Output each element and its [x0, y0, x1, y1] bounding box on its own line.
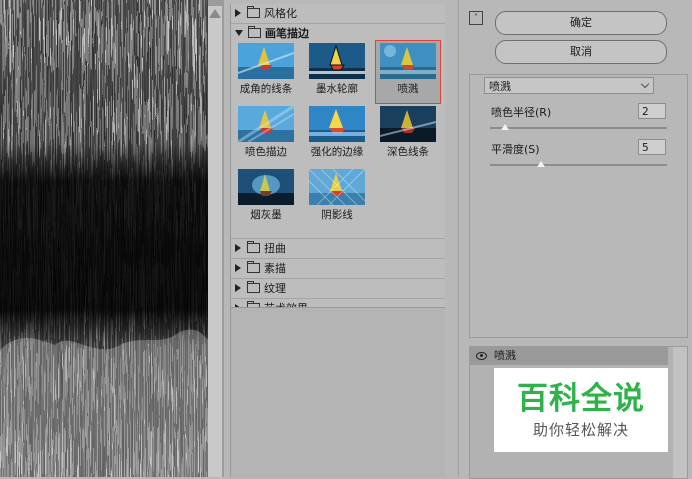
folder-label: 纹理: [264, 282, 286, 295]
gallery-empty-area: [231, 307, 445, 478]
thumb-caption: 深色线条: [387, 146, 429, 158]
preview-image: [0, 0, 208, 477]
preview-scrollbar[interactable]: [208, 6, 222, 477]
effect-layer-name: 喷溅: [494, 349, 516, 362]
expand-arrow-icon[interactable]: [235, 244, 241, 252]
layers-scrollbar[interactable]: [673, 347, 687, 478]
smoothness-slider-thumb[interactable]: [537, 161, 545, 167]
folder-sketch[interactable]: 素描: [231, 259, 445, 279]
folder-icon: [247, 6, 260, 18]
thumb-image: [238, 106, 294, 142]
chevron-down-icon: [640, 79, 650, 89]
thumb-caption: 强化的边缘: [310, 146, 364, 158]
thumb-image: [309, 169, 365, 205]
thumb-caption: 成角的线条: [239, 83, 293, 95]
thumb-caption: 阴影线: [321, 209, 353, 221]
spray-radius-slider-thumb[interactable]: [501, 124, 509, 130]
spray-radius-input[interactable]: 2: [638, 103, 666, 119]
cancel-button[interactable]: 取消: [495, 40, 667, 64]
spray-radius-label: 喷色半径(R): [491, 106, 552, 119]
filter-gallery: 风格化 画笔描边 成角的线条 墨水轮廓 喷溅 喷色描边 强化的边缘 深色线条 烟…: [230, 4, 445, 478]
folder-icon: [247, 241, 260, 253]
thumb-caption: 喷溅: [397, 83, 419, 95]
filter-thumb-dark-strokes[interactable]: 深色线条: [376, 106, 440, 159]
filter-thumbnails: 成角的线条 墨水轮廓 喷溅 喷色描边 强化的边缘 深色线条 烟灰墨 阴影线: [231, 40, 445, 239]
folder-label: 画笔描边: [265, 27, 309, 40]
thumb-image: [309, 43, 365, 79]
collapse-arrow-icon[interactable]: [235, 30, 243, 36]
smoothness-input[interactable]: 5: [638, 139, 666, 155]
thumb-image: [238, 169, 294, 205]
filter-thumb-accented-edges[interactable]: 强化的边缘: [305, 106, 369, 159]
expand-arrow-icon[interactable]: [235, 9, 241, 17]
folder-label: 风格化: [264, 7, 297, 20]
ok-button[interactable]: 确定: [495, 11, 667, 35]
folder-icon: [248, 26, 261, 38]
folder-label: 扭曲: [264, 242, 286, 255]
collapse-up-icon[interactable]: ˄: [469, 11, 483, 25]
smoothness-label: 平滑度(S): [491, 143, 540, 156]
folder-icon: [247, 281, 260, 293]
thumb-image: [380, 43, 436, 79]
thumb-image: [238, 43, 294, 79]
filter-thumb-sumi-e[interactable]: 烟灰墨: [234, 169, 298, 222]
folder-texture[interactable]: 纹理: [231, 279, 445, 299]
thumb-image: [380, 106, 436, 142]
spray-radius-slider[interactable]: [490, 127, 667, 129]
expand-arrow-icon[interactable]: [235, 264, 241, 272]
smoothness-slider[interactable]: [490, 164, 667, 166]
filter-thumb-angled-strokes[interactable]: 成角的线条: [234, 43, 298, 96]
filter-select[interactable]: 喷溅: [484, 77, 654, 94]
eye-icon[interactable]: [476, 352, 487, 360]
effect-layer-row[interactable]: 喷溅: [470, 347, 668, 365]
watermark-title: 百科全说: [517, 381, 645, 417]
filter-settings-box: 喷溅 喷色半径(R) 2 平滑度(S) 5: [469, 74, 688, 338]
filter-thumb-crosshatch[interactable]: 阴影线: [305, 169, 369, 222]
watermark-subtitle: 助你轻松解决: [532, 421, 629, 439]
filter-thumb-ink-outlines[interactable]: 墨水轮廓: [305, 43, 369, 96]
filter-select-value: 喷溅: [489, 80, 511, 93]
folder-stylize[interactable]: 风格化: [231, 4, 445, 24]
folder-label: 素描: [264, 262, 286, 275]
thumb-caption: 烟灰墨: [250, 209, 282, 221]
thumb-caption: 喷色描边: [245, 146, 287, 158]
thumb-image: [309, 106, 365, 142]
filter-thumb-spatter[interactable]: 喷溅: [375, 40, 441, 104]
scroll-up-icon[interactable]: [209, 9, 221, 18]
filter-thumb-sprayed-strokes[interactable]: 喷色描边: [234, 106, 298, 159]
watermark-logo: 百科全说 助你轻松解决: [494, 368, 668, 452]
folder-icon: [247, 261, 260, 273]
folder-distort[interactable]: 扭曲: [231, 239, 445, 259]
thumb-caption: 墨水轮廓: [316, 83, 358, 95]
filter-preview-canvas[interactable]: [0, 0, 224, 477]
expand-arrow-icon[interactable]: [235, 284, 241, 292]
